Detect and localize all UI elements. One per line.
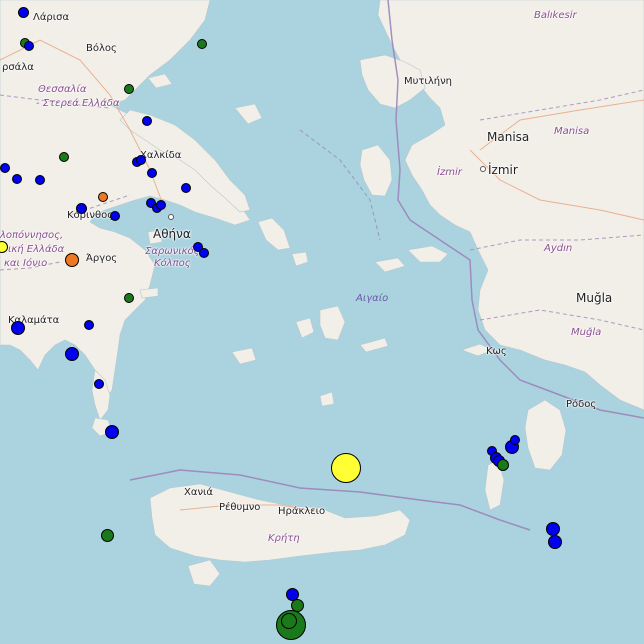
label-volos: Βόλος xyxy=(86,43,117,54)
label-aydin: Aydın xyxy=(544,243,573,254)
earthquake-marker[interactable] xyxy=(65,253,79,267)
label-saronikos-1: Σαρωνικός xyxy=(145,246,200,257)
map-basemap xyxy=(0,0,644,644)
citydot-izmir xyxy=(480,166,486,172)
label-larisa: Λάρισα xyxy=(33,12,70,23)
earthquake-marker[interactable] xyxy=(510,435,520,445)
label-farsala: ρσάλα xyxy=(2,62,34,73)
earthquake-marker[interactable] xyxy=(110,211,120,221)
label-balikesir: Balıkesir xyxy=(534,10,577,21)
earthquake-marker[interactable] xyxy=(124,293,134,303)
label-chania: Χανιά xyxy=(184,487,214,498)
earthquake-marker[interactable] xyxy=(199,248,209,258)
landmass-hydra xyxy=(139,287,159,299)
label-rethymno: Ρέθυμνο xyxy=(219,502,261,513)
earthquake-marker[interactable] xyxy=(156,200,166,210)
earthquake-marker[interactable] xyxy=(548,535,562,549)
earthquake-marker[interactable] xyxy=(331,453,361,483)
earthquake-marker[interactable] xyxy=(124,84,134,94)
earthquake-marker[interactable] xyxy=(147,168,157,178)
label-korinthos: Κόρινθος xyxy=(67,210,114,221)
label-chalkida: Χαλκίδα xyxy=(140,150,182,161)
label-athina: Αθήνα xyxy=(153,227,191,241)
label-rodos: Ρόδος xyxy=(566,399,597,410)
label-izmir-region: İzmir xyxy=(437,167,462,178)
earthquake-marker[interactable] xyxy=(142,116,152,126)
earthquake-marker[interactable] xyxy=(24,41,34,51)
label-kos: Κως xyxy=(486,346,507,357)
label-aigaio: Αιγαίο xyxy=(356,293,389,304)
earthquake-marker[interactable] xyxy=(35,175,45,185)
label-mytilini: Μυτιλήνη xyxy=(404,76,452,87)
label-irakleio: Ηράκλειο xyxy=(278,506,326,517)
label-ionio: και Ιόνιο xyxy=(4,258,48,269)
earthquake-marker[interactable] xyxy=(94,379,104,389)
citydot-athina xyxy=(168,214,174,220)
label-mugla-city: Muğla xyxy=(576,291,613,305)
earthquake-marker[interactable] xyxy=(11,321,25,335)
label-manisa-city: Manisa xyxy=(487,130,530,144)
label-dytiki: ική Ελλάδα xyxy=(8,244,65,255)
earthquake-marker[interactable] xyxy=(18,7,29,18)
label-sterea: - Στερεά Ελλάδα xyxy=(36,98,120,109)
earthquake-marker[interactable] xyxy=(101,529,114,542)
earthquake-marker[interactable] xyxy=(546,522,560,536)
earthquake-marker[interactable] xyxy=(281,613,297,629)
label-kriti: Κρήτη xyxy=(268,533,300,544)
label-peloponnisos: λοπόννησος, xyxy=(0,230,64,241)
earthquake-marker[interactable] xyxy=(0,163,10,173)
map-view[interactable]: Λάρισα Βόλος ρσάλα Θεσσαλία - Στερεά Ελλ… xyxy=(0,0,644,644)
earthquake-marker[interactable] xyxy=(84,320,94,330)
earthquake-marker[interactable] xyxy=(12,174,22,184)
label-manisa-region: Manisa xyxy=(554,126,590,137)
earthquake-marker[interactable] xyxy=(136,155,146,165)
label-thessalia: Θεσσαλία xyxy=(38,84,87,95)
earthquake-marker[interactable] xyxy=(76,203,87,214)
earthquake-marker[interactable] xyxy=(497,459,509,471)
earthquake-marker[interactable] xyxy=(59,152,69,162)
earthquake-marker[interactable] xyxy=(65,347,79,361)
earthquake-marker[interactable] xyxy=(98,192,108,202)
label-argos: Άργος xyxy=(86,253,118,264)
label-saronikos-2: Κόλπος xyxy=(154,258,191,269)
earthquake-marker[interactable] xyxy=(197,39,207,49)
earthquake-marker[interactable] xyxy=(105,425,119,439)
label-izmir-city: İzmir xyxy=(488,163,518,177)
label-mugla-region: Muğla xyxy=(571,327,602,338)
earthquake-marker[interactable] xyxy=(181,183,191,193)
